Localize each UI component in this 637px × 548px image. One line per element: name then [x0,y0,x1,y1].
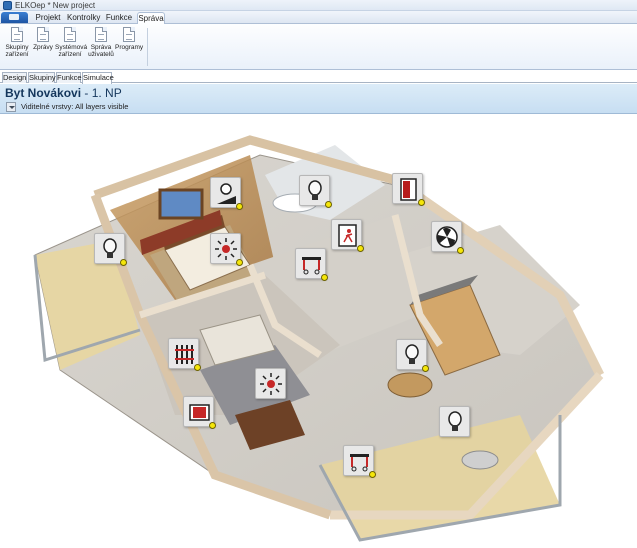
status-indicator [120,259,127,266]
door-device-hall[interactable] [392,173,425,206]
light-device-living[interactable] [255,368,286,399]
view-tab-bar: Design Skupiny Funkce Simulace [0,71,637,84]
ceiling-light-icon [260,373,282,395]
system-devices-label-2: zařízení [58,51,82,58]
visible-layers-text: Viditelné vrstvy: All layers visible [21,102,128,112]
title-bar: ELKOep * New project [0,0,637,11]
system-devices-label-1: Systémová [55,44,88,51]
device-groups-label-2: zařízení [5,51,29,58]
floor-name: - 1. NP [81,86,122,100]
device-groups-button[interactable]: Skupiny zařízení [3,27,31,58]
ribbon-divider [147,28,148,66]
tab-funkce[interactable]: Funkce [105,12,133,24]
floor-header: Byt Novákovi - 1. NP Viditelné vrstvy: A… [0,84,637,114]
system-devices-button[interactable]: Systémová zařízení [55,27,88,58]
tab-sprava[interactable]: Správa [137,12,165,24]
programs-label: Programy [115,44,144,51]
status-indicator [236,259,243,266]
app-logo-icon[interactable] [3,1,12,10]
tab-kontrolky[interactable]: Kontrolky [67,12,100,24]
view-tab-design[interactable]: Design [2,72,27,83]
page-title: Byt Novákovi - 1. NP [5,86,122,100]
bulb-device-bathroom[interactable] [299,175,332,208]
status-indicator [325,201,332,208]
window-device-living[interactable] [183,396,216,429]
document-icon [64,27,76,42]
messages-button[interactable]: Zprávy [32,27,54,51]
view-tab-simulace[interactable]: Simulace [82,72,114,84]
layers-dropdown-button[interactable] [6,102,16,112]
user-management-button[interactable]: Správa uživatelů [88,27,114,58]
wall-picture [158,188,204,220]
messages-label: Zprávy [33,44,53,51]
document-icon [11,27,23,42]
bulb-device-dining[interactable] [396,339,429,372]
light-device-bedroom[interactable] [210,233,243,266]
device-groups-label-1: Skupiny [5,44,29,51]
ribbon-tab-bar: Projekt Kontrolky Funkce Správa [0,11,637,24]
document-icon [37,27,49,42]
visible-layers-label: Viditelné vrstvy: [21,102,74,111]
status-indicator [236,203,243,210]
status-indicator [357,245,364,252]
status-indicator [369,471,376,478]
fan-device-kitchen[interactable] [431,221,464,254]
programs-button[interactable]: Programy [115,27,143,51]
tab-projekt[interactable]: Projekt [34,12,62,24]
status-indicator [209,422,216,429]
exit-device-hall[interactable] [331,219,364,252]
light-bulb-icon [448,411,462,431]
heater-device-living[interactable] [168,338,201,371]
status-indicator [321,274,328,281]
document-icon [95,27,107,42]
view-tab-funkce[interactable]: Funkce [56,72,82,83]
app-menu-icon [9,14,19,20]
project-name: Byt Novákovi [5,86,82,100]
window-title: ELKOep * New project [15,1,96,10]
shutter-device-terrace[interactable] [343,445,376,478]
status-indicator [422,365,429,372]
dimmer-device-bedroom-wall[interactable] [210,177,243,210]
floor-plan-canvas[interactable] [0,115,637,548]
status-indicator [457,247,464,254]
status-indicator [194,364,201,371]
ribbon: Skupiny zařízení Zprávy Systémová zaříze… [0,24,637,70]
user-management-label-2: uživatelů [88,51,114,58]
view-tab-skupiny[interactable]: Skupiny [28,72,56,83]
user-management-label-1: Správa [90,44,112,51]
document-icon [123,27,135,42]
dining-table [387,372,433,398]
status-indicator [418,199,425,206]
shutter-device-hall[interactable] [295,248,328,281]
bulb-device-terrace[interactable] [439,406,470,437]
terrace-table [461,450,499,470]
app-menu-button[interactable] [1,12,28,23]
bulb-device-bedroom[interactable] [94,233,127,266]
visible-layers-value[interactable]: All layers visible [75,102,128,111]
